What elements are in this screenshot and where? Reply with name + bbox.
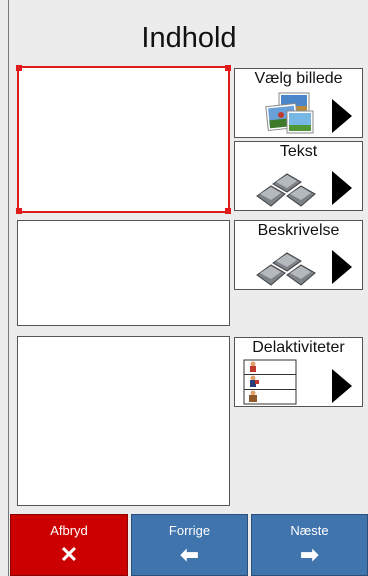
- choose-image-button[interactable]: Vælg billede: [234, 68, 363, 138]
- photos-icon: [265, 92, 314, 134]
- selection-handle[interactable]: [16, 65, 22, 71]
- selection-handle[interactable]: [225, 208, 231, 214]
- choose-image-label: Vælg billede: [254, 70, 343, 87]
- cancel-label: Afbryd: [50, 523, 88, 538]
- arrow-right-icon: ➡: [300, 542, 319, 567]
- previous-label: Forrige: [168, 523, 211, 538]
- page-title: Indhold: [141, 22, 237, 54]
- keyboard-icon: [256, 252, 316, 286]
- next-label: Næste: [290, 523, 329, 538]
- description-label: Beskrivelse: [257, 222, 340, 239]
- text-panel[interactable]: [17, 220, 230, 326]
- chevron-right-icon: [332, 369, 352, 403]
- image-panel[interactable]: [16, 65, 231, 214]
- previous-button[interactable]: Forrige ⬅: [131, 514, 248, 576]
- chevron-right-icon: [332, 99, 352, 133]
- activity-list-icon: [243, 359, 297, 405]
- description-button[interactable]: Beskrivelse: [234, 220, 363, 290]
- close-icon: ✕: [59, 542, 79, 567]
- chevron-right-icon: [332, 250, 352, 284]
- chevron-right-icon: [332, 171, 352, 205]
- subactivities-button[interactable]: Delaktiviteter: [234, 337, 363, 407]
- text-button[interactable]: Tekst: [234, 141, 363, 211]
- content-editor: Indhold Vælg billede Tekst Beskrivelse D…: [8, 0, 368, 576]
- subactivities-panel[interactable]: [17, 336, 230, 506]
- arrow-left-icon: ⬅: [180, 542, 199, 567]
- selection-handle[interactable]: [225, 65, 231, 71]
- subactivities-label: Delaktiviteter: [252, 339, 345, 356]
- cancel-button[interactable]: Afbryd ✕: [10, 514, 128, 576]
- text-label: Tekst: [279, 143, 318, 160]
- selection-handle[interactable]: [16, 208, 22, 214]
- next-button[interactable]: Næste ➡: [251, 514, 368, 576]
- keyboard-icon: [256, 173, 316, 207]
